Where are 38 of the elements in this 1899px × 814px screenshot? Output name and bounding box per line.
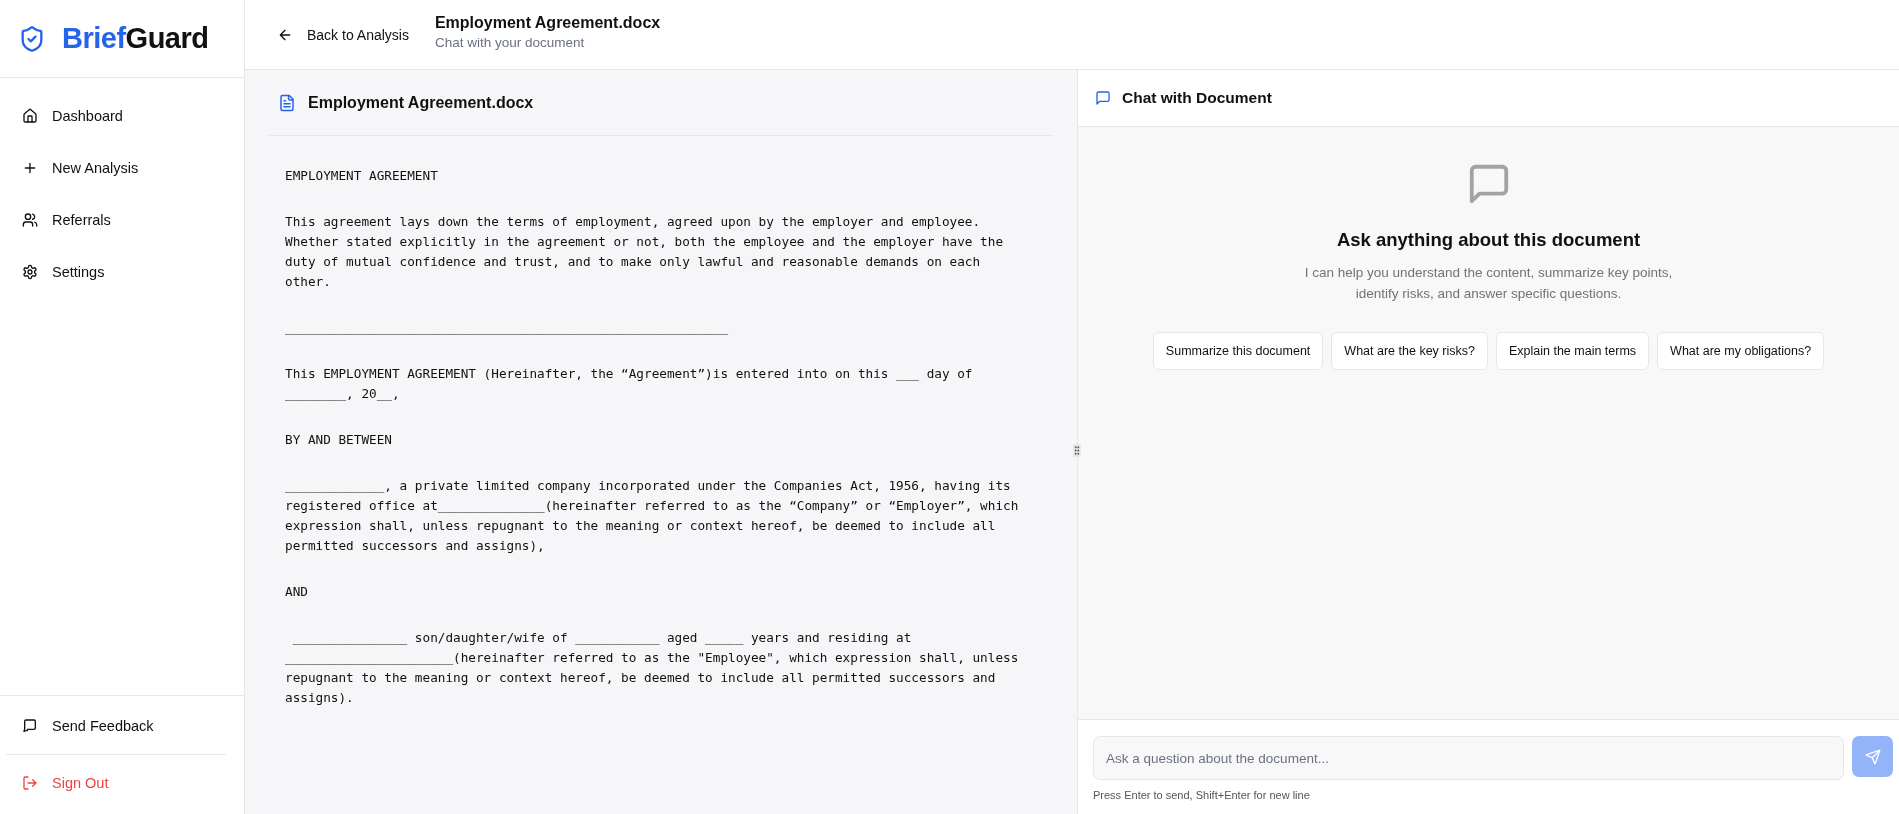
page-title: Employment Agreement.docx <box>434 13 661 32</box>
document-title: Employment Agreement.docx <box>308 94 534 112</box>
suggestion-button[interactable]: Explain the main terms <box>1495 332 1650 370</box>
nav-item[interactable]: Referrals <box>0 201 244 239</box>
page-subtitle: Chat with your document <box>434 34 586 50</box>
document-paragraph: __________________________________________________________ <box>285 319 730 337</box>
empty-state-text: I can help you understand the content, summarize key points, identify risks, and answer specific questions. <box>1304 264 1673 303</box>
document-paragraph: _____________, a private limited company incorporated under the Companies Act, 1956, having its registered office at______________(hereinafter referred to as the “Company” or “Employer”, which expression shall, unless repugnant to the meaning or context hereof, be deemed to include all permitted successors and assigns), <box>285 477 1020 555</box>
nav-item[interactable]: Sign Out <box>0 764 244 802</box>
chat-title: Chat with Document <box>1122 89 1272 107</box>
document-paragraph: BY AND BETWEEN <box>285 431 393 449</box>
nav-item[interactable]: Send Feedback <box>0 707 244 745</box>
plus-icon <box>22 160 38 176</box>
document-paragraph: This agreement lays down the terms of employment, agreed upon by the employer and employee. Whether stated explicitly in the agreement or not, both the employee and the employer have the duty of mutual confidence and trust, and to make only lawful and reasonable demands on each other. <box>285 213 1005 291</box>
users-icon <box>22 212 38 228</box>
document-paragraph: EMPLOYMENT AGREEMENT <box>285 167 439 185</box>
empty-state-title: Ask anything about this document <box>1336 229 1641 251</box>
suggestion-button[interactable]: Summarize this document <box>1152 332 1324 370</box>
input-hint: Press Enter to send, Shift+Enter for new line <box>1093 789 1311 801</box>
document-paragraph: _______________ son/daughter/wife of ___________ aged _____ years and residing at ______________________(hereinafter referred to as the "Employee", which expression shall, unless repugnant to the meaning or context hereof, be deemed to include all permitted successors and assigns). <box>285 629 1020 707</box>
resize-handle[interactable] <box>1073 444 1081 457</box>
suggestion-button[interactable]: What are my obligations? <box>1657 332 1825 370</box>
nav-item[interactable]: New Analysis <box>0 149 244 187</box>
send-icon <box>1864 748 1881 765</box>
nav-item[interactable]: Settings <box>0 253 244 291</box>
sign-out-icon <box>22 775 38 791</box>
chat-icon <box>1095 90 1111 106</box>
document-paragraph: AND <box>285 583 309 601</box>
home-icon <box>22 108 38 124</box>
document-paragraph: This EMPLOYMENT AGREEMENT (Hereinafter, the “Agreement”)is entered into on this ___ day of ________, 20__, <box>285 365 974 403</box>
back-button[interactable]: Back to Analysis <box>275 22 411 47</box>
question-input[interactable]: Ask a question about the document... <box>1093 736 1844 780</box>
message-icon <box>22 718 38 734</box>
nav-item[interactable]: Dashboard <box>0 97 244 135</box>
document-icon <box>278 94 296 112</box>
suggestion-button[interactable]: What are the key risks? <box>1331 332 1488 370</box>
logo-text: BriefGuard <box>62 22 209 55</box>
settings-icon <box>22 264 38 280</box>
